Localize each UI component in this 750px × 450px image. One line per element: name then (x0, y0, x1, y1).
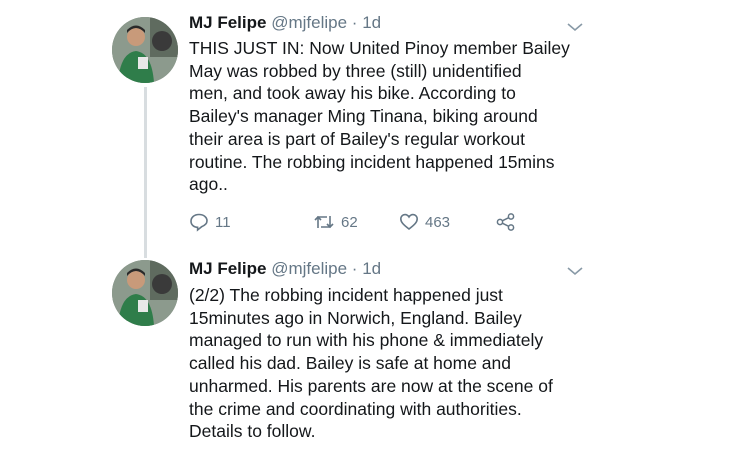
heart-icon (399, 213, 419, 231)
timestamp[interactable]: 1d (362, 259, 381, 278)
avatar-photo (112, 17, 178, 83)
retweet-button[interactable]: 62 (313, 212, 358, 232)
tweet[interactable]: MJ Felipe @mjfelipe · 1d (2/2) The robbi… (0, 258, 750, 450)
reply-count: 11 (215, 213, 231, 231)
like-count: 463 (425, 213, 451, 231)
tweet[interactable]: MJ Felipe @mjfelipe · 1d THIS JUST IN: N… (0, 0, 750, 258)
chevron-down-icon[interactable] (566, 264, 584, 276)
retweet-icon (314, 215, 334, 229)
reply-button[interactable]: 11 (189, 212, 231, 232)
avatar[interactable] (112, 260, 178, 326)
avatar-photo (112, 260, 178, 326)
tweet-text: THIS JUST IN: Now United Pinoy member Ba… (189, 38, 570, 195)
tweet-header: MJ Felipe @mjfelipe · 1d (189, 258, 381, 280)
share-icon (496, 213, 515, 231)
author-handle[interactable]: @mjfelipe (271, 13, 347, 32)
thread-line (144, 87, 147, 258)
reply-icon (190, 213, 208, 232)
timestamp[interactable]: 1d (362, 13, 381, 32)
author-name[interactable]: MJ Felipe (189, 259, 266, 278)
avatar[interactable] (112, 17, 178, 83)
author-name[interactable]: MJ Felipe (189, 13, 266, 32)
separator: · (351, 13, 358, 32)
tweet-text: (2/2) The robbing incident happened just… (189, 285, 553, 442)
separator: · (351, 259, 358, 278)
like-button[interactable]: 463 (399, 212, 450, 232)
author-handle[interactable]: @mjfelipe (271, 259, 347, 278)
share-button[interactable] (495, 212, 517, 232)
tweet-header: MJ Felipe @mjfelipe · 1d (189, 12, 381, 34)
tweet-actions: 11 62 463 (189, 212, 549, 238)
chevron-down-icon[interactable] (566, 20, 584, 32)
retweet-count: 62 (341, 213, 358, 231)
